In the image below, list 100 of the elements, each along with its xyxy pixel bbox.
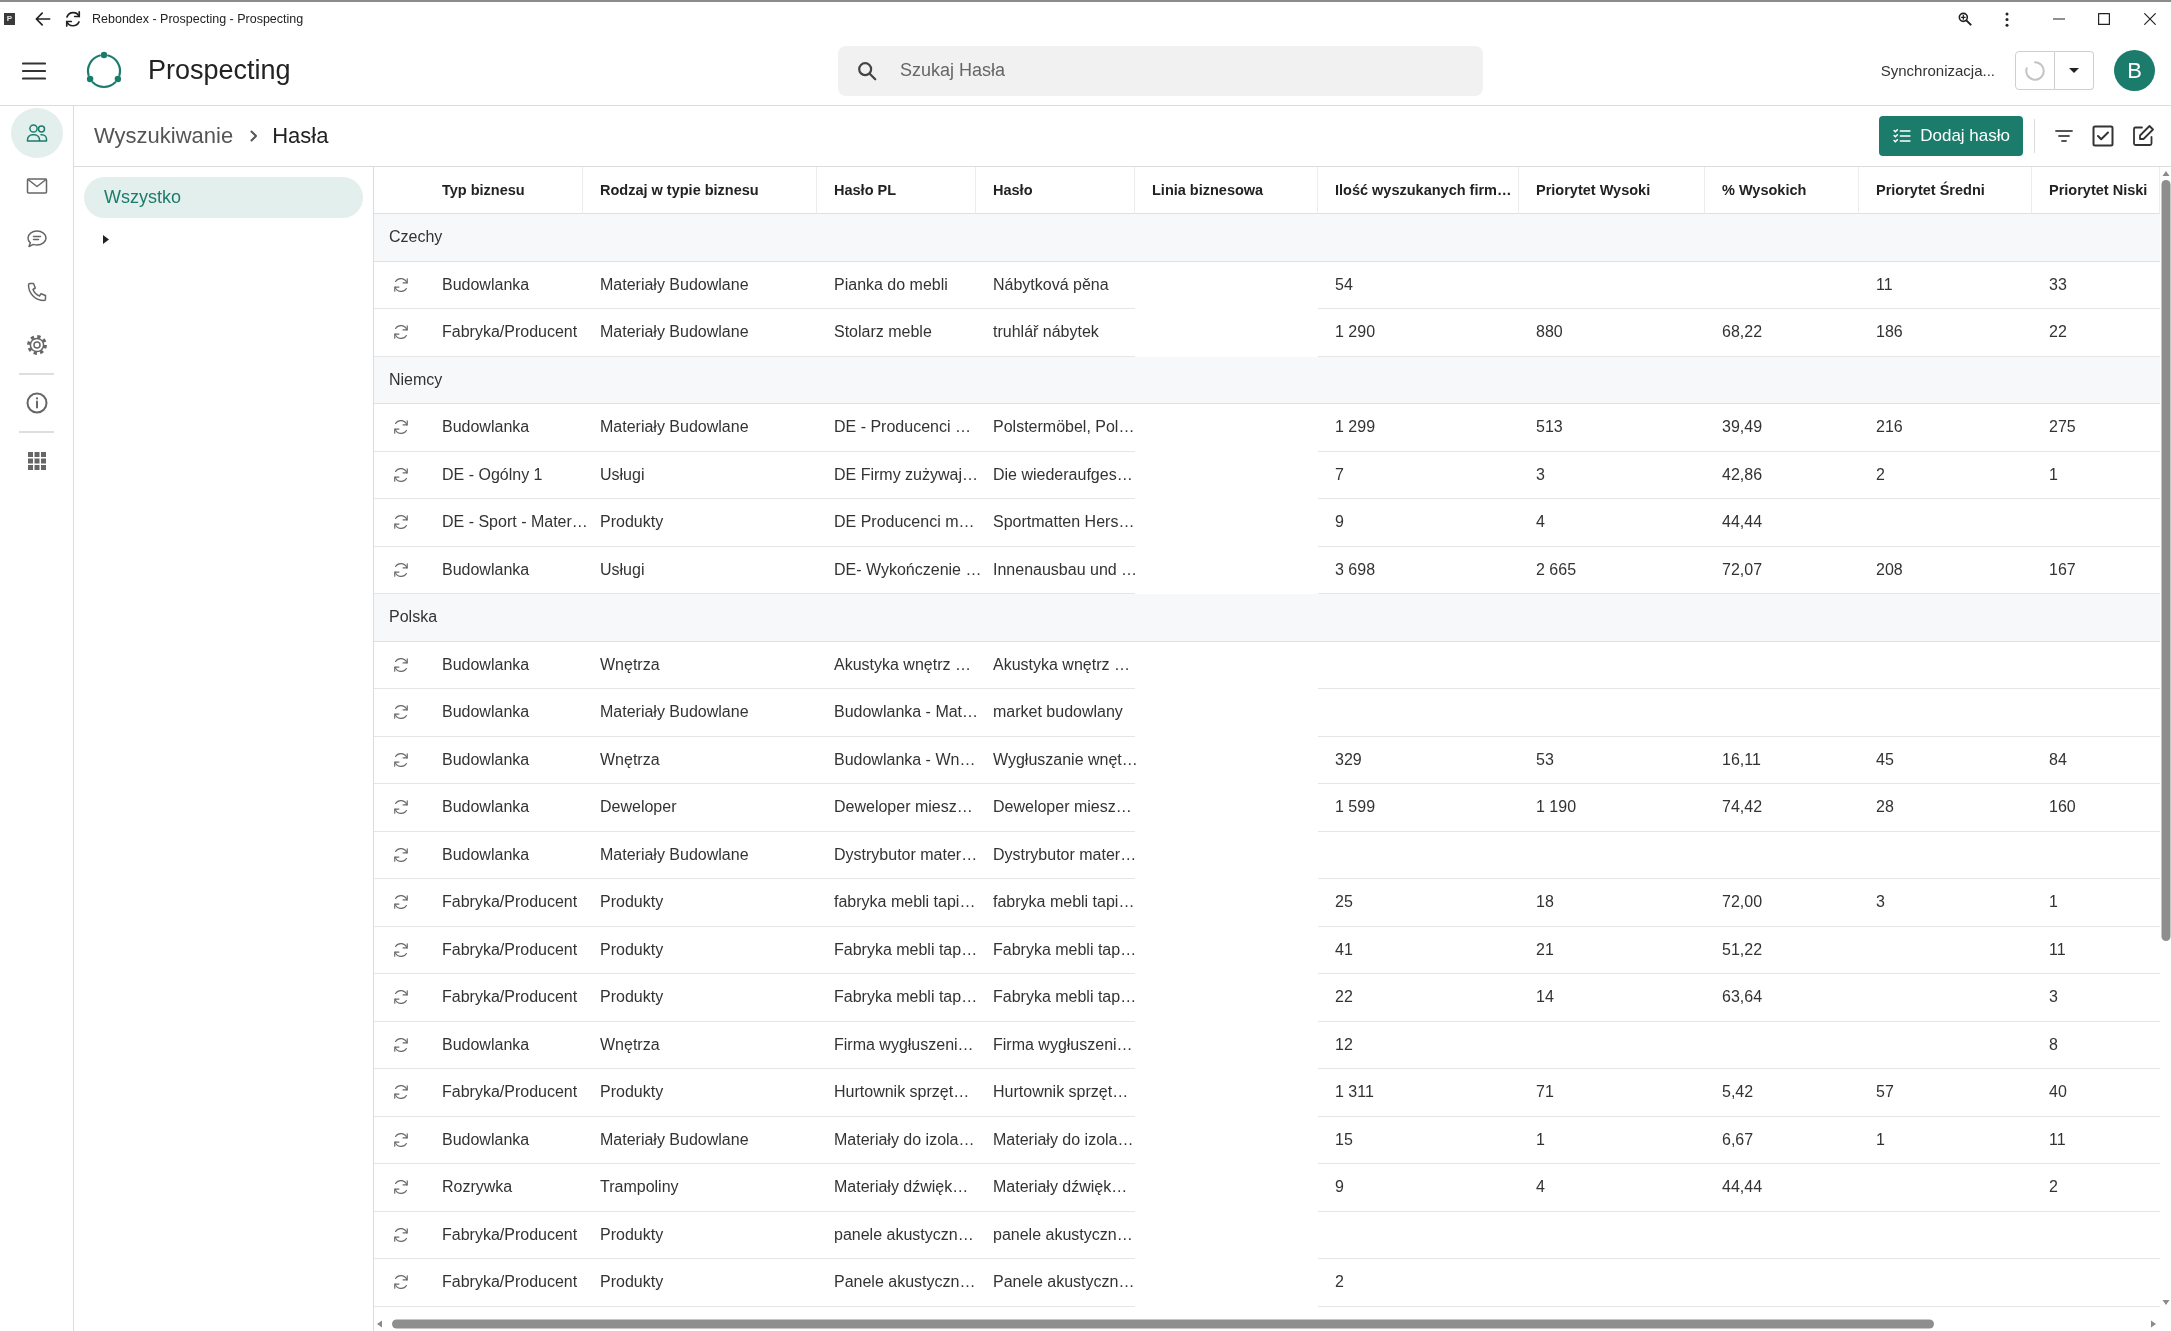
table-cell: Budowlanka: [425, 831, 583, 879]
table-cell: 6,67: [1705, 1116, 1859, 1164]
table-cell: panele akustyczn…: [976, 1211, 1135, 1259]
info-icon: [24, 391, 49, 415]
table-cell: market budowlany: [976, 689, 1135, 737]
table-cell: Wnętrza: [583, 641, 817, 689]
table-cell: Fabryka/Producent: [425, 1069, 583, 1117]
table-cell: 1: [2032, 451, 2160, 499]
table-cell: 12: [1318, 1021, 1519, 1069]
people-icon: [24, 121, 49, 145]
table-cell: 3: [1519, 451, 1705, 499]
breadcrumb-link[interactable]: Wyszukiwanie: [94, 123, 234, 149]
close-icon[interactable]: [2144, 13, 2156, 25]
back-arrow-icon[interactable]: [33, 9, 53, 29]
table-cell: DE - Ogólny 1: [425, 451, 583, 499]
table-cell: DE Firmy zużywaj…: [817, 451, 976, 499]
table-cell: 33: [2032, 261, 2160, 309]
group-header[interactable]: Niemcy: [374, 356, 2160, 404]
table-cell: 186: [1859, 309, 2032, 357]
table-cell: Produkty: [583, 926, 817, 974]
table-cell: 54: [1318, 261, 1519, 309]
table-cell: Wnętrza: [583, 736, 817, 784]
menu-icon[interactable]: [22, 61, 46, 80]
table-cell: 1 599: [1318, 784, 1519, 832]
table-cell: Akustyka wnętrz …: [976, 641, 1135, 689]
table-cell: Fabryka mebli tap…: [976, 974, 1135, 1022]
more-options-icon[interactable]: [2005, 11, 2009, 27]
group-header[interactable]: Polska: [374, 594, 2160, 642]
table-cell: 11: [2032, 926, 2160, 974]
table-cell: 11: [1859, 261, 2032, 309]
table-cell: Fabryka/Producent: [425, 974, 583, 1022]
avatar[interactable]: B: [2114, 50, 2155, 91]
table-cell: 4: [1519, 499, 1705, 547]
table-cell: 16,11: [1705, 736, 1859, 784]
table-cell: Fabryka mebli tap…: [817, 974, 976, 1022]
table-cell: 41: [1318, 926, 1519, 974]
table-cell: Budowlanka: [425, 689, 583, 737]
add-keyword-button[interactable]: Dodaj hasło: [1879, 116, 2023, 156]
horizontal-scrollbar[interactable]: [376, 1319, 2158, 1329]
table-cell: Usługi: [583, 451, 817, 499]
search-field[interactable]: Szukaj Hasła: [838, 45, 1483, 96]
table-cell: Panele akustyczn…: [817, 1259, 976, 1307]
nav-rail-button[interactable]: [10, 108, 63, 158]
table-cell: 5,42: [1705, 1069, 1859, 1117]
table-cell: Deweloper miesz…: [817, 784, 976, 832]
spinner-icon: [2024, 59, 2046, 82]
breadcrumb-current: Hasła: [272, 123, 329, 149]
table-cell: 63,64: [1705, 974, 1859, 1022]
checkbox-checked-icon[interactable]: [2091, 124, 2115, 148]
table-cell: 72,00: [1705, 879, 1859, 927]
table-cell: 1 299: [1318, 404, 1519, 452]
table-cell: 57: [1859, 1069, 2032, 1117]
table-cell: 9: [1318, 1164, 1519, 1212]
table-cell: 22: [2032, 309, 2160, 357]
logo-icon: [84, 50, 124, 91]
table-cell: 1 290: [1318, 309, 1519, 357]
table-cell: Wygłuszanie wnęt…: [976, 736, 1135, 784]
group-header[interactable]: Czechy: [374, 214, 2160, 262]
tree-item[interactable]: Wszystko: [84, 177, 363, 218]
gear-icon: [24, 333, 49, 357]
app-logo: P: [4, 13, 15, 25]
table-cell: 2: [1859, 451, 2032, 499]
table-cell: fabryka mebli tapi…: [976, 879, 1135, 927]
table-cell: Budowlanka: [425, 736, 583, 784]
table-cell: 25: [1318, 879, 1519, 927]
window-title: Rebondex - Prospecting - Prospecting: [92, 12, 304, 26]
table-cell: Fabryka/Producent: [425, 309, 583, 357]
table-cell: 44,44: [1705, 1164, 1859, 1212]
reload-icon[interactable]: [63, 9, 83, 29]
table-cell: Deweloper: [583, 784, 817, 832]
table-cell: Materiały Budowlane: [583, 404, 817, 452]
table-cell: 1: [2032, 879, 2160, 927]
table-cell: Nábytková pěna: [976, 261, 1135, 309]
table-cell: Stolarz meble: [817, 309, 976, 357]
maximize-icon[interactable]: [2098, 13, 2110, 25]
table-cell: Materiały do izola…: [817, 1116, 976, 1164]
table-cell: Materiały dźwięk…: [976, 1164, 1135, 1212]
table-cell: 15: [1318, 1116, 1519, 1164]
table-cell: Fabryka/Producent: [425, 926, 583, 974]
table-cell: Budowlanka: [425, 261, 583, 309]
table-cell: 22: [1318, 974, 1519, 1022]
caret-right-icon[interactable]: [103, 234, 109, 244]
table-cell: 7: [1318, 451, 1519, 499]
table-cell: 14: [1519, 974, 1705, 1022]
table-cell: 51,22: [1705, 926, 1859, 974]
zoom-in-icon[interactable]: [1957, 11, 1973, 27]
table-cell: 28: [1859, 784, 2032, 832]
table-cell: 44,44: [1705, 499, 1859, 547]
table-cell: 3: [1859, 879, 2032, 927]
table-cell: Fabryka/Producent: [425, 1211, 583, 1259]
table-cell: 45: [1859, 736, 2032, 784]
table-cell: Trampoliny: [583, 1164, 817, 1212]
search-icon: [856, 59, 878, 82]
table-cell: 11: [2032, 1116, 2160, 1164]
table-cell: Materiały Budowlane: [583, 261, 817, 309]
edit-icon[interactable]: [2131, 124, 2155, 148]
table-cell: Produkty: [583, 879, 817, 927]
table-cell: 880: [1519, 309, 1705, 357]
app-title: Prospecting: [148, 55, 291, 86]
vertical-scrollbar[interactable]: [2160, 170, 2171, 1306]
